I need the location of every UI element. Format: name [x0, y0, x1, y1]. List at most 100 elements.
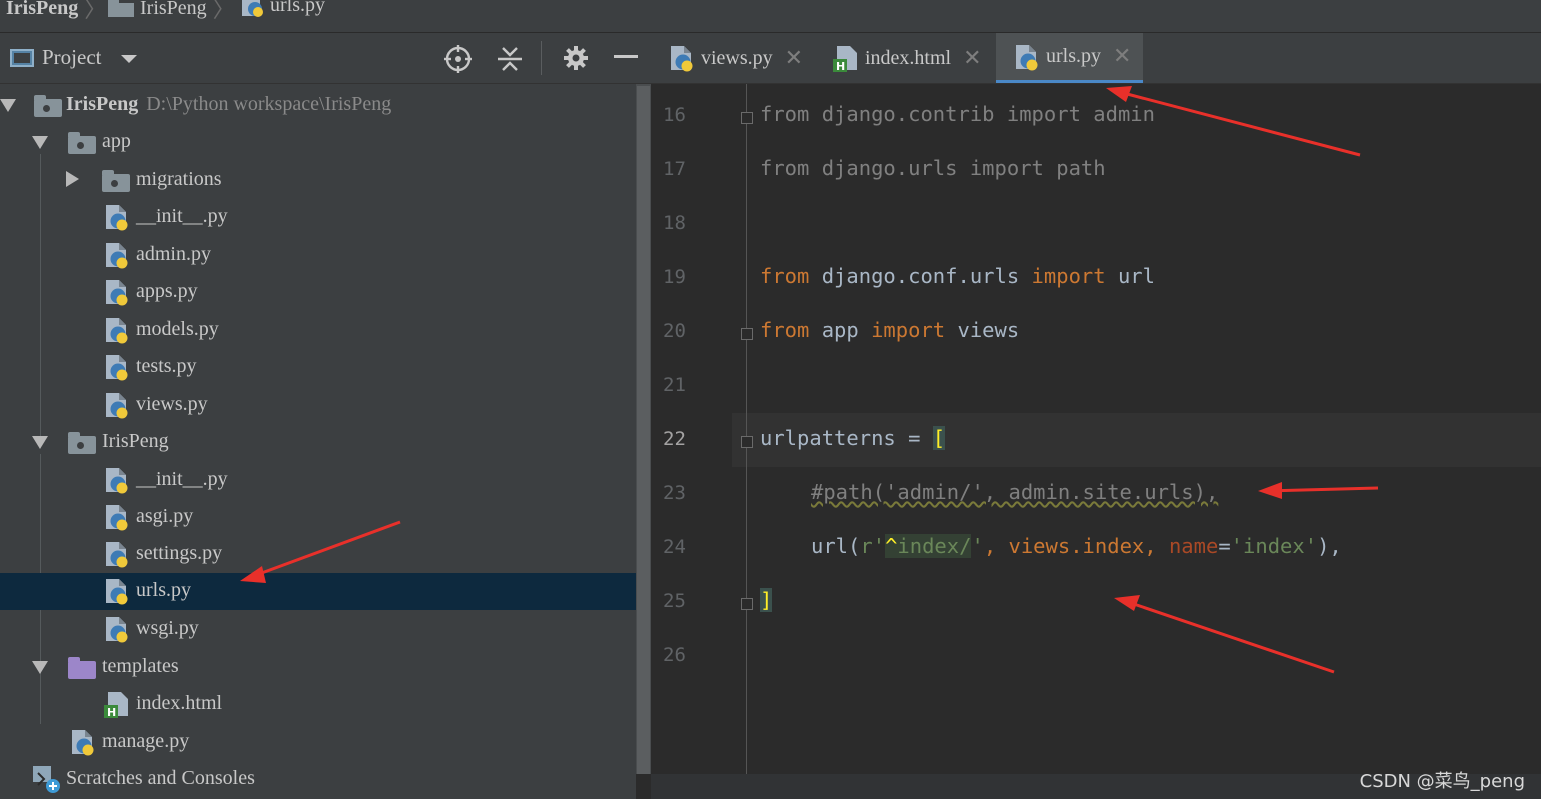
tab-urls-py[interactable]: urls.py ✕ [996, 33, 1143, 83]
breadcrumb-label: IrisPeng [6, 0, 79, 19]
collapse-all-icon[interactable] [497, 45, 523, 73]
html-file-icon: H [104, 692, 128, 718]
tree-item-app-folder[interactable]: app [0, 124, 636, 161]
chevron-down-icon[interactable] [120, 53, 138, 65]
project-view-title[interactable]: Project [42, 45, 101, 70]
tree-item-templates-folder[interactable]: templates [0, 649, 636, 686]
tab-label: views.py [701, 46, 773, 69]
templates-folder-icon [68, 657, 96, 679]
breadcrumb-item-file[interactable]: urls.py [240, 0, 325, 18]
tree-item-file[interactable]: __init__.py [0, 199, 636, 236]
code-line-17: from django.urls import path [760, 156, 1106, 180]
tree-item-file[interactable]: manage.py [0, 724, 636, 761]
minimize-icon[interactable] [614, 55, 640, 61]
tree-item-label: apps.py [136, 280, 198, 302]
breadcrumb-item-project[interactable]: IrisPeng 〉 [6, 0, 106, 24]
folder-icon [68, 132, 96, 154]
folder-icon [108, 0, 134, 17]
tree-scrollbar-thumb[interactable] [637, 86, 650, 774]
project-tree: IrisPeng D:\Python workspace\IrisPeng app… [0, 84, 636, 799]
tree-item-label: migrations [136, 168, 222, 190]
python-file-icon [1016, 44, 1038, 70]
code-line-16: from django.contrib import admin [760, 102, 1155, 126]
python-file-icon [671, 46, 693, 72]
tree-item-file-selected[interactable]: urls.py [0, 573, 636, 610]
expand-arrow-icon[interactable] [0, 99, 16, 112]
tree-item-scratches[interactable]: Scratches and Consoles [0, 761, 636, 798]
line-number: 21 [663, 374, 686, 396]
html-file-icon: H [833, 46, 857, 72]
tree-item-migrations-folder[interactable]: migrations [0, 162, 636, 199]
expand-arrow-icon[interactable] [32, 136, 48, 149]
tree-item-label: asgi.py [136, 505, 194, 527]
gutter-separator [746, 84, 747, 774]
tree-item-file[interactable]: settings.py [0, 536, 636, 573]
tree-item-label: Scratches and Consoles [66, 767, 255, 789]
code-line-22: urlpatterns = [ [760, 426, 946, 450]
tree-item-file[interactable]: __init__.py [0, 462, 636, 499]
tree-item-label: models.py [136, 318, 219, 340]
tree-item-file[interactable]: views.py [0, 387, 636, 424]
project-panel-icon[interactable] [10, 49, 34, 67]
project-toolwindow-header: Project [0, 33, 651, 84]
python-file-icon [106, 468, 128, 494]
tree-item-label: wsgi.py [136, 617, 199, 639]
line-number: 26 [663, 644, 686, 666]
tree-item-label: IrisPeng [102, 430, 169, 452]
python-file-icon [106, 355, 128, 381]
fold-marker-icon[interactable] [741, 328, 753, 340]
python-file-icon [106, 280, 128, 306]
close-icon[interactable]: ✕ [785, 46, 803, 71]
close-icon[interactable]: ✕ [1113, 44, 1131, 69]
chevron-right-icon: 〉 [84, 0, 107, 22]
tree-item-file[interactable]: apps.py [0, 274, 636, 311]
close-icon[interactable]: ✕ [963, 46, 981, 71]
python-file-icon [72, 730, 94, 756]
crosshair-icon[interactable] [444, 45, 472, 73]
code-line-19: from django.conf.urls import url [760, 264, 1155, 288]
line-number: 20 [663, 320, 686, 342]
fold-marker-icon[interactable] [741, 598, 753, 610]
breadcrumb-item-package[interactable]: IrisPeng 〉 [108, 0, 235, 24]
tree-item-file[interactable]: wsgi.py [0, 611, 636, 648]
tab-views-py[interactable]: views.py ✕ [669, 33, 829, 83]
tree-item-label: app [102, 130, 131, 152]
editor-tab-bar: views.py ✕ H index.html ✕ urls.py ✕ [651, 33, 1541, 84]
tree-item-root[interactable]: IrisPeng D:\Python workspace\IrisPeng [0, 87, 636, 124]
tab-label: urls.py [1046, 45, 1101, 67]
python-file-icon [242, 0, 263, 17]
tree-item-label: settings.py [136, 542, 223, 564]
code-line-23: #path('admin/', admin.site.urls), [811, 480, 1219, 504]
fold-marker-icon[interactable] [741, 436, 753, 448]
expand-arrow-icon[interactable] [66, 171, 79, 187]
tree-item-file[interactable]: admin.py [0, 237, 636, 274]
svg-text:H: H [107, 706, 116, 718]
python-file-icon [106, 617, 128, 643]
expand-arrow-icon[interactable] [32, 436, 48, 449]
matched-bracket: [ [932, 426, 946, 450]
line-number-current: 22 [663, 428, 686, 450]
tree-item-label: IrisPeng D:\Python workspace\IrisPeng [66, 93, 392, 115]
code-line-24: url(r'^index/', views.index, name='index… [811, 534, 1342, 558]
line-number: 16 [663, 104, 686, 126]
fold-marker-icon[interactable] [741, 112, 753, 124]
tree-item-file[interactable]: models.py [0, 312, 636, 349]
code-line-20: from app import views [760, 318, 1020, 342]
line-number: 19 [663, 266, 686, 288]
tree-item-file[interactable]: asgi.py [0, 499, 636, 536]
folder-icon [68, 432, 96, 454]
tree-item-label: tests.py [136, 355, 197, 377]
gear-icon[interactable] [563, 45, 589, 71]
scratches-icon [33, 766, 60, 793]
line-number: 18 [663, 212, 686, 234]
tab-index-html[interactable]: H index.html ✕ [833, 33, 995, 83]
expand-arrow-icon[interactable] [32, 661, 48, 674]
python-file-icon [106, 243, 128, 269]
python-file-icon [106, 318, 128, 344]
tree-item-label: manage.py [102, 730, 190, 752]
line-number: 25 [663, 590, 686, 612]
tree-item-file[interactable]: H index.html [0, 686, 636, 723]
tree-item-file[interactable]: tests.py [0, 349, 636, 386]
python-file-icon [106, 542, 128, 568]
tree-item-irispeng-folder[interactable]: IrisPeng [0, 424, 636, 461]
